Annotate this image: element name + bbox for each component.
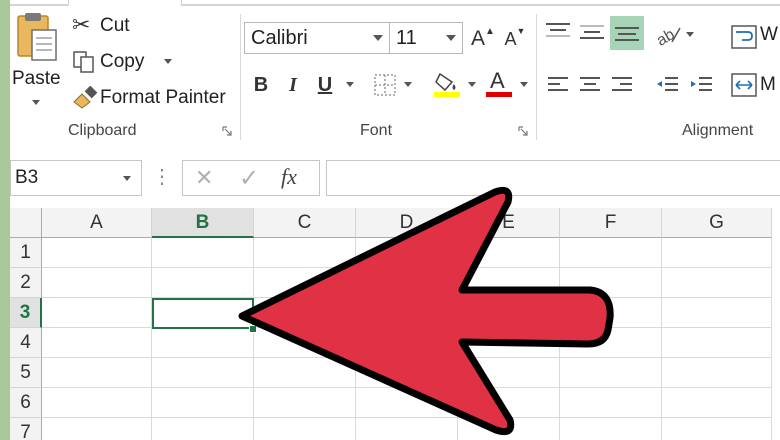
red-arrow-icon: [238, 186, 614, 436]
pointer-arrow-overlay: [238, 186, 614, 436]
